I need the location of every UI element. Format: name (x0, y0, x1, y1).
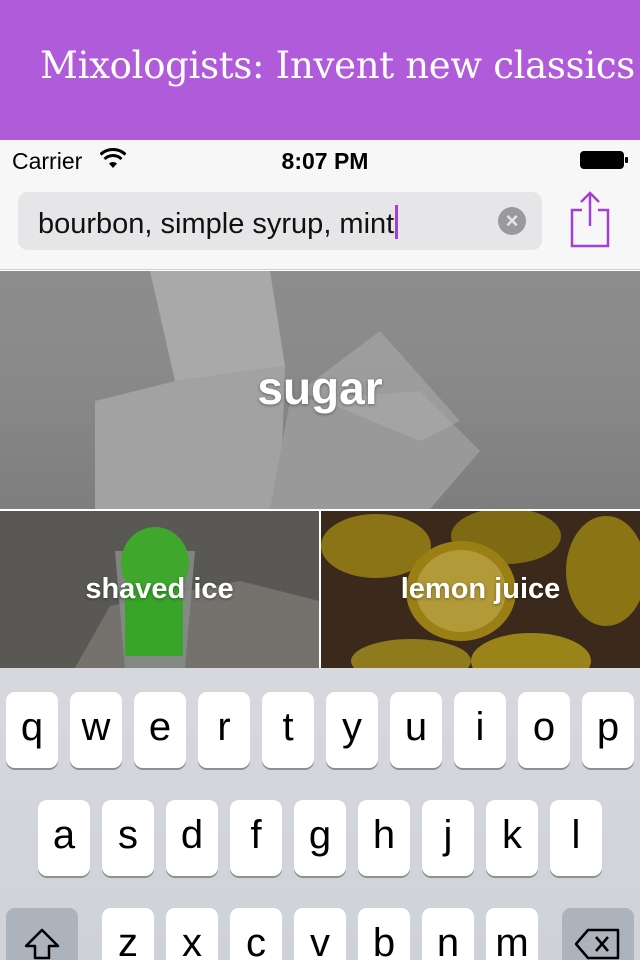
key-r[interactable]: r (198, 692, 250, 768)
key-m[interactable]: m (486, 908, 538, 960)
ingredient-tile-lemon-juice[interactable]: lemon juice (321, 511, 640, 668)
delete-key[interactable] (562, 908, 634, 960)
key-z[interactable]: z (102, 908, 154, 960)
on-screen-keyboard: q w e r t y u i o p a s d f g h j k l z … (0, 668, 640, 960)
ingredient-label: lemon juice (400, 573, 561, 605)
ingredient-tile-shaved-ice[interactable]: shaved ice (0, 511, 319, 668)
key-i[interactable]: i (454, 692, 506, 768)
search-input-value: bourbon, simple syrup, mint (38, 208, 395, 240)
search-input[interactable]: bourbon, simple syrup, mint × (18, 192, 542, 250)
key-s[interactable]: s (102, 800, 154, 876)
shift-icon (24, 928, 60, 960)
share-icon[interactable] (568, 190, 612, 248)
promo-banner: Mixologists: Invent new classics (0, 0, 640, 140)
key-h[interactable]: h (358, 800, 410, 876)
key-a[interactable]: a (38, 800, 90, 876)
ingredient-tile-sugar[interactable]: sugar (0, 271, 640, 509)
key-k[interactable]: k (486, 800, 538, 876)
key-d[interactable]: d (166, 800, 218, 876)
search-bar: bourbon, simple syrup, mint × (0, 180, 640, 270)
key-u[interactable]: u (390, 692, 442, 768)
backspace-icon (574, 928, 620, 960)
search-input-text: bourbon, simple syrup, mint (38, 205, 399, 241)
key-o[interactable]: o (518, 692, 570, 768)
clear-icon[interactable]: × (498, 207, 526, 235)
key-y[interactable]: y (326, 692, 378, 768)
key-e[interactable]: e (134, 692, 186, 768)
battery-icon (580, 151, 628, 169)
key-t[interactable]: t (262, 692, 314, 768)
banner-title: Mixologists: Invent new classics (40, 44, 635, 87)
status-time: 8:07 PM (281, 148, 369, 174)
ingredient-label: sugar (257, 362, 383, 414)
key-b[interactable]: b (358, 908, 410, 960)
text-cursor (395, 205, 399, 239)
key-f[interactable]: f (230, 800, 282, 876)
status-bar: Carrier 8:07 PM (0, 140, 640, 180)
ingredient-label: shaved ice (85, 573, 234, 605)
shift-key[interactable] (6, 908, 78, 960)
key-c[interactable]: c (230, 908, 282, 960)
key-g[interactable]: g (294, 800, 346, 876)
key-l[interactable]: l (550, 800, 602, 876)
key-w[interactable]: w (70, 692, 122, 768)
key-p[interactable]: p (582, 692, 634, 768)
key-v[interactable]: v (294, 908, 346, 960)
key-x[interactable]: x (166, 908, 218, 960)
key-n[interactable]: n (422, 908, 474, 960)
key-j[interactable]: j (422, 800, 474, 876)
key-q[interactable]: q (6, 692, 58, 768)
